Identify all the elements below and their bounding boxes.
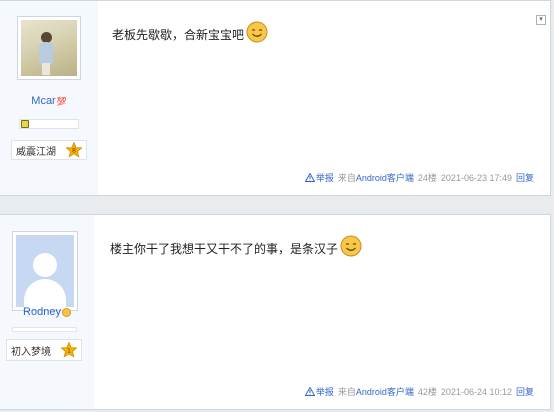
client-link[interactable]: Android客户端 [356,173,414,183]
post-meta: 举报 来自Android客户端 24楼 2021-06-23 17:49 回复 [304,171,534,184]
rank-badge: 威震江湖 8 [11,140,87,160]
floor-number: 24楼 [417,173,437,183]
level-sun-icon [21,120,29,128]
rank-level: 8 [72,147,76,155]
hundred-badge-icon: 💯 [56,96,67,106]
author-sidebar: Mcar 💯 威震江湖 8 [0,1,98,195]
post-message: 楼主你干了我想干又干不了的事，是条汉子 [110,235,362,257]
smile-emoji-icon [340,235,362,257]
post-body: 楼主你干了我想干又干不了的事，是条汉子 举报 来自Android客户端 42楼 … [94,215,550,409]
post-message: 老板先歇歇，合新宝宝吧 [112,21,268,43]
post-body: 老板先歇歇，合新宝宝吧 ▾ 举报 来自Android客户端 24楼 2021-0… [98,1,550,195]
post-card: Mcar 💯 威震江湖 8 老板先歇歇，合新宝宝吧 ▾ 举报 来自Android… [0,0,551,196]
reply-link[interactable]: 回复 [516,171,534,184]
post-menu-icon[interactable]: ▾ [536,15,546,25]
rank-star-icon: 8 [66,142,82,158]
rank-title: 初入梦境 [11,346,51,358]
rank-title: 威震江湖 [16,146,56,158]
avatar[interactable] [17,16,81,80]
username-text: Rodney [23,306,61,318]
post-datetime: 2021-06-24 10:12 [440,386,512,397]
rank-star-icon: 1 [61,342,77,358]
smile-emoji-icon [246,21,268,43]
source-text: 来自Android客户端 [337,173,414,183]
rank-level: 1 [67,347,71,355]
default-avatar-icon [16,235,74,307]
username-text: Mcar [31,95,56,107]
username-link[interactable]: Mcar 💯 [0,95,98,107]
username-link[interactable]: Rodney [0,306,94,318]
floor-number: 42楼 [417,387,437,397]
post-meta: 举报 来自Android客户端 42楼 2021-06-24 10:12 回复 [304,385,534,398]
level-bar [12,327,77,332]
avatar[interactable] [12,231,78,311]
rank-badge: 初入梦境 1 [6,339,82,361]
report-link[interactable]: 举报 [304,171,334,184]
report-label: 举报 [315,173,334,183]
smile-badge-icon [61,307,71,317]
warning-icon [304,387,315,396]
warning-icon [304,173,315,182]
post-datetime: 2021-06-23 17:49 [440,172,512,183]
client-link[interactable]: Android客户端 [356,387,414,397]
report-label: 举报 [315,387,334,397]
report-link[interactable]: 举报 [304,385,334,398]
reply-link[interactable]: 回复 [516,385,534,398]
message-text: 老板先歇歇，合新宝宝吧 [112,28,245,42]
avatar-photo [21,20,77,76]
message-text: 楼主你干了我想干又干不了的事，是条汉子 [110,242,339,256]
level-bar [19,119,79,129]
source-text: 来自Android客户端 [337,387,414,397]
